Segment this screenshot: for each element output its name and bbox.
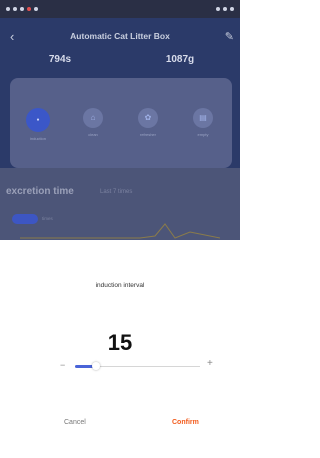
decrease-button[interactable]: − <box>60 360 65 370</box>
background-app: ‹ Automatic Cat Litter Box ✎ 794s 1087g … <box>0 18 240 240</box>
stat-weight: 1087g <box>165 54 195 65</box>
app-notification-icon <box>27 7 31 11</box>
broom-icon: ⌂ <box>83 108 103 128</box>
status-bar <box>0 0 240 18</box>
function-label: empty <box>197 132 209 137</box>
cancel-button[interactable]: Cancel <box>64 419 86 426</box>
battery-icon <box>223 7 227 11</box>
slider-thumb[interactable] <box>92 362 101 370</box>
status-right <box>216 7 234 11</box>
section-title: excretion time <box>6 186 74 197</box>
stat-time: 794s <box>48 54 72 65</box>
confirm-button[interactable]: Confirm <box>172 419 199 426</box>
function-refresher[interactable]: ✿ refresher <box>126 108 170 137</box>
signal-icon <box>13 7 17 11</box>
function-induction[interactable]: ● induction <box>16 108 60 141</box>
function-label: refresher <box>139 132 156 137</box>
signal-icon <box>20 7 24 11</box>
wifi-icon <box>34 7 38 11</box>
induction-interval-sheet: induction interval 15 − + Cancel Confirm <box>0 240 240 458</box>
back-arrow-icon[interactable]: ‹ <box>10 29 14 44</box>
fan-icon: ✿ <box>138 108 158 128</box>
trash-icon: ▤ <box>193 108 213 128</box>
nav-bar: ‹ Automatic Cat Litter Box ✎ <box>0 26 240 46</box>
function-label: induction <box>29 136 46 141</box>
page-title: Automatic Cat Litter Box <box>70 31 170 41</box>
function-card: ● induction ⌂ clean ✿ refresher ▤ empty <box>10 78 232 168</box>
edit-icon[interactable]: ✎ <box>225 30 234 43</box>
increase-button[interactable]: + <box>207 358 213 369</box>
sheet-title: induction interval <box>95 282 145 289</box>
excretion-section: excretion time Last 7 times times <box>0 168 240 240</box>
interval-value: 15 <box>107 330 133 355</box>
excretion-sparkline <box>20 223 220 239</box>
status-left <box>6 7 38 11</box>
stats-row: 794s 1087g <box>0 48 240 72</box>
clock-icon <box>230 7 234 11</box>
notification-icon <box>6 7 10 11</box>
section-subtitle: Last 7 times <box>100 189 133 195</box>
alarm-icon <box>216 7 220 11</box>
sensor-icon: ● <box>26 108 50 132</box>
function-label: clean <box>88 132 98 137</box>
function-clean[interactable]: ⌂ clean <box>71 108 115 137</box>
function-empty[interactable]: ▤ empty <box>181 108 225 137</box>
